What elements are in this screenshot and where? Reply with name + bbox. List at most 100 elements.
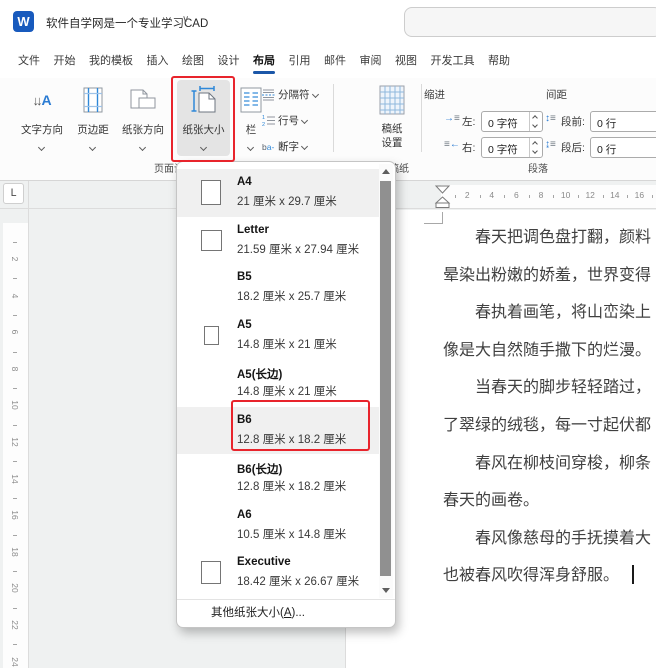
chevron-down-icon (300, 116, 309, 125)
document-text-line: 春风像慈母的手抚摸着大 (475, 529, 652, 547)
chevron-down-icon (138, 143, 147, 152)
v-ruler-tick (13, 534, 17, 536)
v-ruler-tick (13, 461, 17, 463)
paper-icon (191, 549, 231, 597)
tab-审阅[interactable]: 审阅 (360, 48, 382, 74)
margins-button[interactable]: 页边距 (73, 80, 113, 156)
h-ruler-tick (454, 195, 456, 198)
v-ruler-tick (13, 644, 17, 646)
v-ruler-tick (13, 241, 17, 243)
h-ruler-number: 2 (464, 190, 470, 200)
tab-list: 文件 开始 我的模板 插入 绘图 设计 布局 引用 邮件 审阅 视图 开发工具 帮助 (18, 44, 510, 78)
document-text[interactable]: 春天把调色盘打翻，颜料 晕染出粉嫩的娇羞，世界变得 春执着画笔，将山峦染上 像是大自然… (443, 219, 656, 595)
indent-left-input[interactable]: 0 字符 (481, 111, 543, 132)
v-ruler-number: 8 (10, 366, 20, 372)
chevron-down-icon (246, 143, 255, 152)
stepper[interactable] (529, 138, 542, 157)
more-paper-sizes-item[interactable]: 其他纸张大小(A)... (177, 600, 395, 626)
v-ruler-tick (13, 497, 17, 499)
title-chevron-down-icon[interactable]: ∨ (182, 14, 189, 25)
document-text-line: 春天把调色盘打翻，颜料 (475, 229, 652, 246)
tab-文件[interactable]: 文件 (18, 48, 40, 74)
tab-插入[interactable]: 插入 (147, 48, 169, 74)
paper-size-list: A4 21 厘米 x 29.7 厘米 Letter 21.59 厘米 x 27.94 … (177, 169, 395, 597)
v-ruler-tick (13, 388, 17, 390)
tab-我的模板[interactable]: 我的模板 (89, 48, 133, 74)
paper-size-dims: 18.42 厘米 x 26.67 厘米 (237, 576, 360, 588)
annotation-box-b6-item (231, 400, 370, 451)
v-ruler-tick (13, 424, 17, 426)
space-after-icon: ↨≡ (545, 139, 556, 150)
space-after-input[interactable]: 0 行 (590, 137, 656, 158)
paper-size-dims: 12.8 厘米 x 18.2 厘米 (237, 481, 347, 493)
stepper[interactable] (529, 112, 542, 131)
tab-selector-icon[interactable]: L (3, 183, 24, 204)
manuscript-setup-button[interactable]: 稿纸 设置 (366, 80, 418, 156)
indent-left-icon: →≡ (444, 113, 460, 124)
paper-size-option-B5[interactable]: B5 18.2 厘米 x 25.7 厘米 (177, 264, 380, 312)
tab-设计[interactable]: 设计 (218, 48, 240, 74)
document-text-line: 像是大自然随手撒下的烂漫。 (443, 341, 652, 359)
chevron-down-icon (37, 143, 46, 152)
tab-视图[interactable]: 视图 (395, 48, 417, 74)
group-separator (333, 84, 334, 152)
v-ruler-number: 2 (10, 256, 20, 262)
tab-开发工具[interactable]: 开发工具 (431, 48, 475, 74)
orientation-icon (115, 85, 171, 115)
chevron-down-icon (300, 142, 309, 151)
h-ruler-number: 14 (610, 190, 620, 200)
v-ruler-tick (13, 351, 17, 353)
text-direction-button[interactable]: ↓↓ A 文字方向 (14, 80, 70, 156)
line-numbers-icon: 12 (262, 115, 275, 127)
paper-size-dims: 14.8 厘米 x 21 厘米 (237, 386, 337, 398)
v-ruler-number: 18 (10, 547, 20, 557)
scroll-up-icon[interactable] (382, 169, 390, 174)
scrollbar-thumb[interactable] (380, 181, 391, 576)
tab-绘图[interactable]: 绘图 (182, 48, 204, 74)
tab-帮助[interactable]: 帮助 (488, 48, 510, 74)
tab-开始[interactable]: 开始 (54, 48, 76, 74)
paper-size-option-Letter[interactable]: Letter 21.59 厘米 x 27.94 厘米 (177, 217, 380, 265)
text-direction-icon: ↓↓ A (32, 92, 52, 108)
group-label-paragraph: 段落 (528, 164, 548, 175)
breaks-button[interactable]: 分隔符 (262, 86, 334, 103)
svg-text:2: 2 (262, 122, 265, 127)
paper-size-option-A4[interactable]: A4 21 厘米 x 29.7 厘米 (177, 169, 380, 217)
hyphenation-button[interactable]: ba- 断字 (262, 138, 334, 155)
indent-markers[interactable] (434, 185, 451, 209)
search-input[interactable]: 搜索 (404, 7, 656, 37)
h-ruler-tick (627, 195, 629, 198)
v-ruler-number: 10 (10, 400, 20, 411)
paper-size-option-B6(长边)[interactable]: B6(长边) 12.8 厘米 x 18.2 厘米 (177, 454, 380, 502)
space-before-input[interactable]: 0 行 (590, 111, 656, 132)
paper-size-dims: 10.5 厘米 x 14.8 厘米 (237, 528, 347, 541)
tab-引用[interactable]: 引用 (289, 48, 311, 74)
h-ruler-number: 8 (538, 190, 544, 200)
v-ruler-number: 20 (10, 583, 20, 594)
orientation-button[interactable]: 纸张方向 (115, 80, 171, 156)
paper-size-name: A6 (237, 508, 252, 521)
paper-size-name: B6(长边) (237, 464, 283, 476)
v-ruler-number: 4 (10, 293, 20, 298)
v-ruler-number: 6 (10, 329, 20, 335)
paper-size-dims: 18.2 厘米 x 25.7 厘米 (237, 291, 347, 303)
paper-icon (191, 217, 231, 265)
scroll-down-icon[interactable] (382, 588, 390, 593)
tab-布局[interactable]: 布局 (253, 48, 275, 74)
h-ruler-number: 4 (489, 190, 495, 200)
chevron-down-icon (311, 90, 319, 99)
dropdown-scrollbar[interactable] (379, 164, 393, 598)
h-ruler-tick (602, 195, 604, 198)
v-ruler-number: 14 (10, 473, 20, 484)
tab-邮件[interactable]: 邮件 (324, 48, 346, 74)
paper-size-name: Letter (237, 223, 269, 236)
h-ruler-number: 10 (560, 190, 571, 200)
h-ruler-tick (553, 195, 555, 198)
indent-right-input[interactable]: 0 字符 (481, 137, 543, 158)
line-numbers-button[interactable]: 12 行号 (262, 112, 334, 129)
paper-size-option-A5[interactable]: A5 14.8 厘米 x 21 厘米 (177, 312, 380, 360)
v-ruler-tick (13, 571, 17, 573)
ribbon-tab-bar: 文件 开始 我的模板 插入 绘图 设计 布局 引用 邮件 审阅 视图 开发工具 帮助 (0, 44, 656, 78)
paper-size-option-Executive[interactable]: Executive 18.42 厘米 x 26.67 厘米 (177, 549, 380, 597)
paper-size-option-A6[interactable]: A6 10.5 厘米 x 14.8 厘米 (177, 502, 380, 550)
